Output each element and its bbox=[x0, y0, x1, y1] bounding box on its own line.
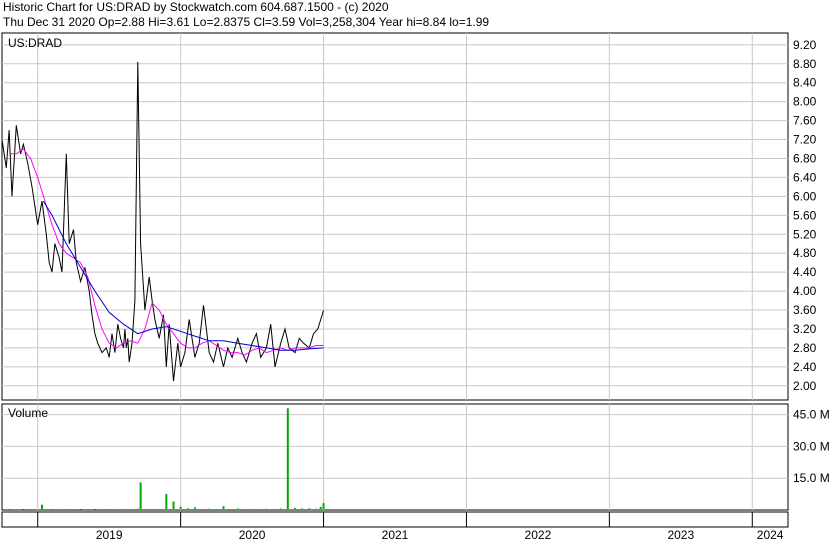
price-tick-label: 4.00 bbox=[793, 284, 817, 298]
price-tick-label: 3.60 bbox=[793, 303, 817, 317]
price-tick-label: 2.80 bbox=[793, 341, 817, 355]
volume-tick-label: 30.0 M bbox=[793, 439, 830, 453]
price-tick-label: 6.00 bbox=[793, 189, 817, 203]
volume-panel bbox=[1, 403, 789, 511]
stock-chart: 9.20 8.80 8.40 8.00 7.60 7.20 6.80 6.40 6.00 5.60… bbox=[1, 32, 830, 542]
price-tick-label: 9.20 bbox=[793, 38, 817, 52]
year-tick-label: 2019 bbox=[96, 528, 123, 542]
price-tick-label: 4.40 bbox=[793, 265, 817, 279]
price-tick-label: 5.60 bbox=[793, 208, 817, 222]
price-tick-label: 7.60 bbox=[793, 114, 817, 128]
year-tick-label: 2020 bbox=[239, 528, 266, 542]
price-tick-label: 7.20 bbox=[793, 133, 817, 147]
volume-tick-label: 45.0 M bbox=[793, 408, 830, 422]
year-tick-label: 2023 bbox=[667, 528, 694, 542]
price-tick-label: 5.20 bbox=[793, 227, 817, 241]
year-tick-label: 2024 bbox=[757, 528, 784, 542]
price-tick-label: 4.80 bbox=[793, 246, 817, 260]
price-tick-label: 8.80 bbox=[793, 57, 817, 71]
price-tick-label: 3.20 bbox=[793, 322, 817, 336]
price-tick-label: 8.40 bbox=[793, 76, 817, 90]
price-tick-label: 2.40 bbox=[793, 360, 817, 374]
price-tick-label: 8.00 bbox=[793, 95, 817, 109]
volume-tick-label: 15.0 M bbox=[793, 471, 830, 485]
price-panel bbox=[1, 32, 789, 401]
price-panel-title: US:DRAD bbox=[8, 36, 62, 50]
volume-panel-title: Volume bbox=[8, 406, 48, 420]
price-tick-label: 2.00 bbox=[793, 379, 817, 393]
price-tick-label: 6.80 bbox=[793, 151, 817, 165]
date-axis-panel bbox=[1, 511, 789, 528]
year-tick-label: 2022 bbox=[525, 528, 552, 542]
price-tick-label: 6.40 bbox=[793, 170, 817, 184]
year-tick-label: 2021 bbox=[382, 528, 409, 542]
